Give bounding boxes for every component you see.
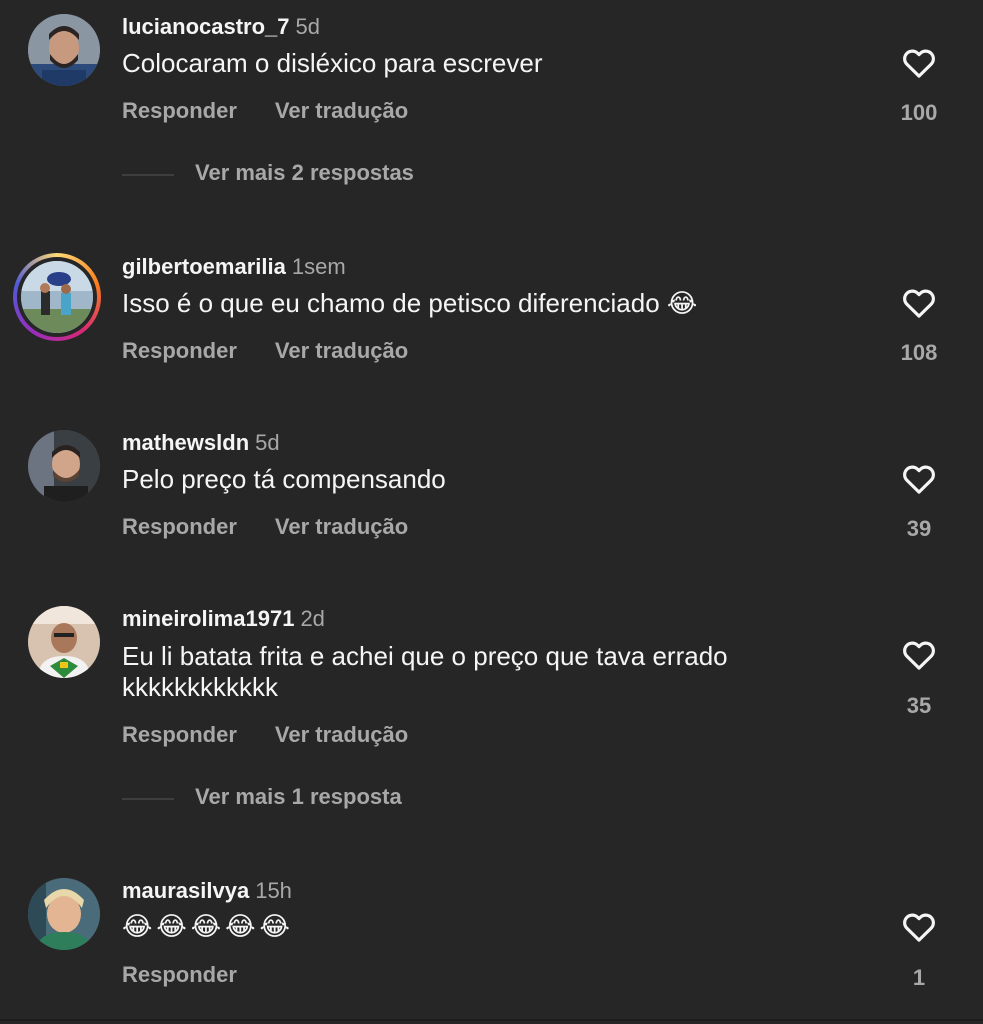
like-button[interactable] (895, 282, 943, 322)
story-ring (17, 257, 97, 337)
comment-actions: Responder Ver tradução (122, 338, 408, 364)
timestamp: 2d (300, 606, 325, 631)
like-button[interactable] (895, 906, 943, 946)
comment-text: 😂😂😂😂😂 (122, 912, 294, 942)
username[interactable]: maurasilvya (122, 878, 249, 903)
comment-actions: Responder Ver tradução (122, 722, 408, 748)
comment-actions: Responder (122, 962, 237, 988)
timestamp: 15h (255, 878, 292, 903)
like-button[interactable] (895, 42, 943, 82)
like-count: 35 (906, 693, 932, 718)
reply-button[interactable]: Responder (122, 722, 237, 748)
timestamp: 5d (255, 430, 280, 455)
translate-button[interactable]: Ver tradução (275, 98, 408, 124)
heart-outline-icon (903, 289, 935, 318)
reply-button[interactable]: Responder (122, 962, 237, 988)
comment-header: mineirolima1971 2d (122, 606, 325, 632)
timestamp: 1sem (291, 254, 346, 279)
avatar[interactable] (28, 430, 100, 502)
translate-button[interactable]: Ver tradução (275, 338, 408, 364)
comment-text: Colocaram o disléxico para escrever (122, 48, 543, 78)
comment-text: Pelo preço tá compensando (122, 464, 446, 494)
comment-header: mathewsldn 5d (122, 430, 280, 456)
like-count: 39 (906, 516, 932, 541)
username[interactable]: mineirolima1971 (122, 606, 294, 631)
view-more-replies-label[interactable]: Ver mais 1 resposta (195, 784, 402, 810)
view-more-replies-label[interactable]: Ver mais 2 respostas (195, 160, 414, 186)
username[interactable]: lucianocastro_7 (122, 14, 290, 39)
bottom-divider (0, 1019, 983, 1021)
divider-line (122, 174, 174, 176)
translate-button[interactable]: Ver tradução (275, 722, 408, 748)
heart-outline-icon (903, 465, 935, 494)
reply-button[interactable]: Responder (122, 98, 237, 124)
reply-button[interactable]: Responder (122, 514, 237, 540)
like-count: 108 (900, 340, 938, 365)
comment-header: maurasilvya 15h (122, 878, 292, 904)
comment-actions: Responder Ver tradução (122, 514, 408, 540)
comment-text: Eu li batata frita e achei que o preço q… (122, 641, 728, 702)
comment-header: gilbertoemarilia 1sem (122, 254, 346, 280)
like-button[interactable] (895, 458, 943, 498)
comments-list: lucianocastro_7 5d Colocaram o disléxico … (0, 0, 983, 1024)
username[interactable]: mathewsldn (122, 430, 249, 455)
like-count: 100 (900, 100, 938, 125)
like-button[interactable] (895, 634, 943, 674)
avatar[interactable] (28, 14, 100, 86)
heart-outline-icon (903, 49, 935, 78)
like-count: 1 (912, 965, 926, 990)
avatar[interactable] (28, 606, 100, 678)
reply-button[interactable]: Responder (122, 338, 237, 364)
heart-outline-icon (903, 641, 935, 670)
divider-line (122, 798, 174, 800)
translate-button[interactable]: Ver tradução (275, 514, 408, 540)
timestamp: 5d (295, 14, 320, 39)
avatar[interactable] (28, 878, 100, 950)
username[interactable]: gilbertoemarilia (122, 254, 286, 279)
comment-text: Isso é o que eu chamo de petisco diferen… (122, 288, 698, 318)
avatar[interactable] (13, 253, 101, 341)
comment-header: lucianocastro_7 5d (122, 14, 320, 40)
comment-actions: Responder Ver tradução (122, 98, 408, 124)
heart-outline-icon (903, 913, 935, 942)
